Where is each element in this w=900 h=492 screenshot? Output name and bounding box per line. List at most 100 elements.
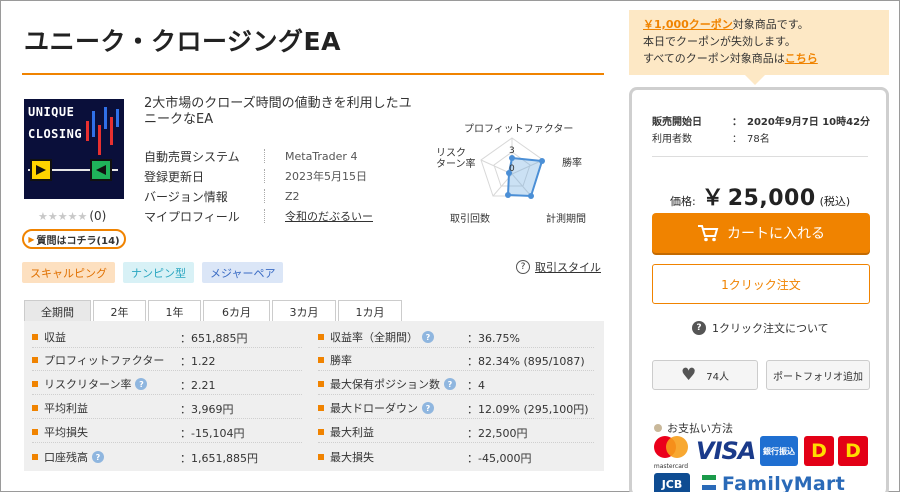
- coupon-all-link[interactable]: こちら: [785, 52, 818, 65]
- qa-button-label: 質問はコチラ(14): [36, 235, 120, 247]
- add-portfolio-button[interactable]: ポートフォリオ追加: [766, 360, 870, 390]
- purchase-panel: 販売開始日 ： 2020年9月7日 10時42分 利用者数 ： 78名 価格: ￥ …: [629, 87, 889, 492]
- tab-2y[interactable]: 2年: [93, 300, 146, 322]
- tab-3m[interactable]: 3カ月: [272, 300, 336, 322]
- rating-stars: ★★★★★: [38, 210, 88, 223]
- stat-value-avg-profit: ：3,969円: [180, 403, 234, 416]
- jcb-logo: JCB: [654, 473, 690, 492]
- tag-scalping[interactable]: スキャルピング: [22, 262, 115, 283]
- tab-1y[interactable]: 1年: [148, 300, 201, 322]
- stat-value-max-profit: ：22,500円: [467, 427, 528, 440]
- payment-methods-title: お支払い方法: [654, 420, 733, 436]
- bank-transfer-logo: 銀行振込: [760, 436, 798, 466]
- product-image[interactable]: UNIQUE CLOSING: [24, 99, 124, 199]
- radar-scale-3: 3: [509, 146, 515, 156]
- stats-panel: 収益 ：651,885円 プロフィットファクター ：1.22 リスクリターン率?…: [24, 321, 604, 471]
- info-value: 2023年5月15日: [285, 170, 367, 183]
- product-image-text-2: CLOSING: [28, 127, 83, 141]
- visa-logo: VISA: [696, 437, 756, 465]
- candlestick-graphic: [86, 107, 119, 155]
- radar-scale-0: 0: [509, 164, 515, 174]
- familymart-logo: FamilyMart: [722, 473, 846, 492]
- help-icon[interactable]: ?: [92, 451, 104, 463]
- rating: ★★★★★ (0): [38, 209, 106, 223]
- tab-1m[interactable]: 1カ月: [338, 300, 402, 322]
- coupon-notice: ￥1,000クーポン対象商品です。 本日でクーポンが失効します。 すべてのクーポ…: [629, 10, 889, 75]
- info-row-version: バージョン情報 Z2: [144, 186, 373, 206]
- one-click-order-button[interactable]: 1クリック注文: [652, 264, 870, 304]
- users-label: 利用者数: [652, 134, 692, 145]
- tag-major-pair[interactable]: メジャーペア: [202, 262, 284, 283]
- heart-icon: ♥: [681, 365, 697, 385]
- page-title: ユニーク・クロージングEA: [24, 27, 341, 56]
- one-click-help-link[interactable]: ? 1クリック注文について: [692, 320, 829, 336]
- coupon-arrow: [745, 75, 765, 85]
- price-yen: ￥: [701, 186, 724, 211]
- price: 価格: ￥ 25,000 (税込): [670, 180, 850, 212]
- price-amount: 25,000: [727, 186, 816, 211]
- help-icon[interactable]: ?: [422, 331, 434, 343]
- price-tax: (税込): [819, 195, 851, 208]
- stat-value-profit: ：651,885円: [180, 332, 248, 345]
- tab-all[interactable]: 全期間: [24, 300, 91, 322]
- stat-label-max-profit: 最大利益: [318, 425, 374, 439]
- info-label: マイプロフィール: [144, 209, 240, 224]
- question-icon: ?: [692, 321, 706, 335]
- help-icon[interactable]: ?: [135, 378, 148, 390]
- info-value: Z2: [285, 189, 300, 203]
- play-left-icon: [30, 159, 52, 181]
- stat-value-max-drawdown: ：12.09% (295,100円): [467, 403, 589, 416]
- trade-style-link[interactable]: ? 取引スタイル: [516, 259, 601, 275]
- stat-value-max-positions: ：4: [467, 379, 485, 392]
- stat-value-return-rate: ：36.75%: [467, 332, 520, 345]
- sale-start-label: 販売開始日: [652, 117, 702, 128]
- favorite-count: 74人: [706, 371, 729, 383]
- radar-label-trades: 取引回数: [450, 214, 490, 225]
- panel-divider: [652, 156, 868, 157]
- stat-label-max-drawdown: 最大ドローダウン?: [318, 401, 434, 415]
- stat-value-riskreturn: ：2.21: [180, 379, 216, 392]
- cart-icon: [698, 225, 719, 242]
- product-image-text-1: UNIQUE: [28, 105, 75, 119]
- period-tabs: 全期間 2年 1年 6カ月 3カ月 1カ月: [24, 300, 404, 322]
- familymart-stripes-icon: [702, 475, 716, 490]
- info-label: 自動売買システム: [144, 149, 240, 164]
- radar-label-winrate: 勝率: [562, 158, 582, 169]
- product-info-list: 自動売買システム MetaTrader 4 登録更新日 2023年5月15日 バ…: [144, 146, 373, 226]
- mastercard-logo: mastercard: [652, 435, 690, 470]
- stat-label-avg-loss: 平均損失: [32, 425, 88, 439]
- stat-label-pf: プロフィットファクター: [32, 353, 164, 367]
- help-icon[interactable]: ?: [444, 378, 456, 390]
- info-value: MetaTrader 4: [285, 149, 358, 163]
- info-row-updated: 登録更新日 2023年5月15日: [144, 166, 373, 186]
- help-icon[interactable]: ?: [422, 402, 434, 414]
- stat-label-max-loss: 最大損失: [318, 450, 374, 464]
- info-row-system: 自動売買システム MetaTrader 4: [144, 146, 373, 166]
- stat-label-profit: 収益: [32, 330, 66, 344]
- profile-link[interactable]: 令和のだぶるいー: [285, 208, 373, 224]
- favorite-button[interactable]: ♥ 74人: [652, 360, 758, 390]
- add-to-cart-label: カートに入れる: [727, 226, 825, 242]
- add-to-cart-button[interactable]: カートに入れる: [652, 213, 870, 253]
- coupon-expiry: 本日でクーポンが失効します。: [643, 35, 796, 48]
- radar-label-riskreturn: リスク ターン率: [436, 148, 476, 170]
- radar-label-pf: プロフィットファクター: [464, 124, 574, 135]
- tag-nanpin[interactable]: ナンピン型: [123, 262, 194, 283]
- stat-value-avg-loss: ：-15,104円: [180, 427, 245, 440]
- bullet-icon: [654, 424, 662, 432]
- coupon-link[interactable]: ￥1,000クーポン: [643, 18, 733, 31]
- stat-value-balance: ：1,651,885円: [180, 452, 258, 465]
- radar-label-period: 計測期間: [546, 214, 586, 225]
- qa-button[interactable]: ▶ 質問はコチラ(14): [22, 229, 126, 249]
- trade-style-label: 取引スタイル: [535, 261, 601, 274]
- radar-chart: プロフィットファクター 勝率 計測期間 取引回数 リスク ターン率 3 0: [430, 118, 605, 228]
- d-payment-logo-1: D: [804, 436, 834, 466]
- tab-6m[interactable]: 6カ月: [203, 300, 270, 322]
- stat-label-balance: 口座残高?: [32, 450, 104, 464]
- stat-label-return-rate: 収益率（全期間）?: [318, 330, 434, 344]
- stat-label-riskreturn: リスクリターン率?: [32, 377, 148, 391]
- rating-count: (0): [89, 209, 107, 223]
- title-underline: [22, 73, 604, 75]
- payment-logos: mastercard VISA 銀行振込 D D JCB FamilyMart: [652, 435, 872, 492]
- stat-label-winrate: 勝率: [318, 353, 352, 367]
